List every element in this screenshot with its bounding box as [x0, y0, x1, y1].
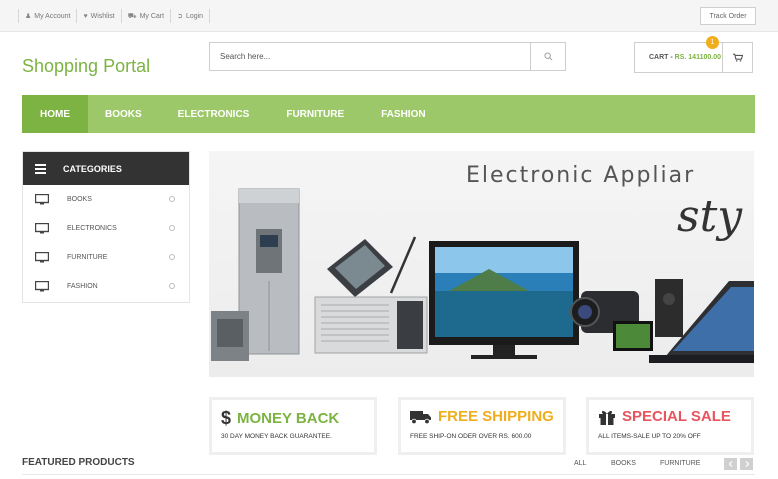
dollar-icon: $ [221, 408, 232, 428]
my-cart-link[interactable]: ⛟ My Cart [120, 9, 170, 23]
monitor-icon [35, 281, 49, 292]
special-sale-feature: SPECIAL SALE ALL ITEMS-SALE UP TO 20% OF… [586, 397, 754, 455]
cart-icon: ⛟ [127, 12, 137, 20]
monitor-icon [35, 223, 49, 234]
money-back-title: MONEY BACK [237, 410, 340, 427]
chevron-left-icon [728, 461, 732, 467]
circle-icon [169, 254, 175, 260]
account-links: ♟ My Account ♥ Wishlist ⛟ My Cart ➲ Logi… [18, 9, 211, 23]
circle-icon [169, 225, 175, 231]
cart-label: CART - [649, 54, 675, 61]
search-box [209, 42, 566, 71]
main-nav: HOME BOOKS ELECTRONICS FURNITURE FASHION [22, 95, 755, 133]
top-bar: ♟ My Account ♥ Wishlist ⛟ My Cart ➲ Logi… [0, 0, 778, 32]
search-input[interactable] [210, 43, 530, 70]
cart-count-badge: 1 [706, 36, 719, 49]
category-label: FURNITURE [67, 254, 108, 261]
truck-icon [410, 410, 432, 424]
login-icon: ➲ [177, 13, 183, 20]
appliances-illustration [211, 188, 754, 363]
next-arrow-button[interactable] [740, 458, 753, 470]
cart-summary-button[interactable]: CART - RS. 141100.00 [634, 42, 753, 73]
category-item-books[interactable]: BOOKS [23, 185, 189, 214]
categories-header: CATEGORIES [23, 152, 189, 185]
nav-item-electronics[interactable]: ELECTRONICS [142, 95, 250, 133]
feature-title: SPECIAL SALE [598, 408, 731, 425]
hero-banner[interactable]: Electronic Appliar sty [209, 151, 754, 377]
heart-icon: ♥ [83, 12, 88, 20]
monitor-icon [35, 252, 49, 263]
special-sale-subtitle: ALL ITEMS-SALE UP TO 20% OFF [598, 433, 701, 440]
filter-books-tab[interactable]: BOOKS [611, 460, 636, 467]
site-logo[interactable]: Shopping Portal [22, 56, 150, 77]
categories-title: CATEGORIES [63, 163, 122, 174]
wishlist-link[interactable]: ♥ Wishlist [76, 9, 120, 23]
gift-icon [598, 409, 616, 425]
free-shipping-title: FREE SHIPPING [438, 408, 554, 425]
category-label: FASHION [67, 283, 98, 290]
category-label: ELECTRONICS [67, 225, 117, 232]
categories-panel: CATEGORIES BOOKS ELECTRONICS FURNITURE F… [22, 151, 190, 303]
monitor-icon [35, 194, 49, 205]
cart-icon-box [722, 43, 752, 72]
free-shipping-feature: FREE SHIPPING FREE SHIP-ON ODER OVER RS.… [398, 397, 566, 455]
divider [22, 474, 755, 475]
nav-item-furniture[interactable]: FURNITURE [249, 95, 344, 133]
cart-amount: RS. 141100.00 [674, 54, 721, 61]
filter-all-tab[interactable]: ALL [574, 460, 586, 467]
login-link[interactable]: ➲ Login [170, 9, 211, 23]
nav-item-books[interactable]: BOOKS [88, 95, 142, 133]
chevron-right-icon [745, 461, 749, 467]
track-order-button[interactable]: Track Order [700, 7, 756, 25]
filter-furniture-tab[interactable]: FURNITURE [660, 460, 700, 467]
category-item-furniture[interactable]: FURNITURE [23, 243, 189, 272]
search-button[interactable] [530, 43, 565, 70]
circle-icon [169, 283, 175, 289]
my-account-link[interactable]: ♟ My Account [18, 9, 76, 23]
money-back-feature: $ MONEY BACK 30 DAY MONEY BACK GUARANTEE… [209, 397, 377, 455]
search-icon [543, 52, 552, 61]
category-label: BOOKS [67, 196, 92, 203]
user-icon: ♟ [25, 13, 32, 20]
nav-item-fashion[interactable]: FASHION [344, 95, 425, 133]
my-cart-label: My Cart [139, 12, 165, 20]
wishlist-label: Wishlist [90, 12, 115, 20]
circle-icon [169, 196, 175, 202]
special-sale-title: SPECIAL SALE [622, 408, 731, 425]
cart-icon [732, 53, 743, 62]
money-back-subtitle: 30 DAY MONEY BACK GUARANTEE. [221, 433, 332, 440]
prev-arrow-button[interactable] [724, 458, 737, 470]
feature-title: FREE SHIPPING [410, 408, 554, 425]
cart-summary-text: CART - RS. 141100.00 [649, 54, 721, 61]
featured-products-title: FEATURED PRODUCTS [22, 457, 135, 468]
login-label: Login [185, 12, 204, 20]
menu-icon [35, 162, 46, 176]
feature-title: $ MONEY BACK [221, 408, 339, 429]
nav-item-home[interactable]: HOME [22, 95, 88, 133]
free-shipping-subtitle: FREE SHIP-ON ODER OVER RS. 600.00 [410, 433, 532, 440]
category-item-fashion[interactable]: FASHION [23, 272, 189, 301]
my-account-label: My Account [34, 12, 71, 20]
category-item-electronics[interactable]: ELECTRONICS [23, 214, 189, 243]
